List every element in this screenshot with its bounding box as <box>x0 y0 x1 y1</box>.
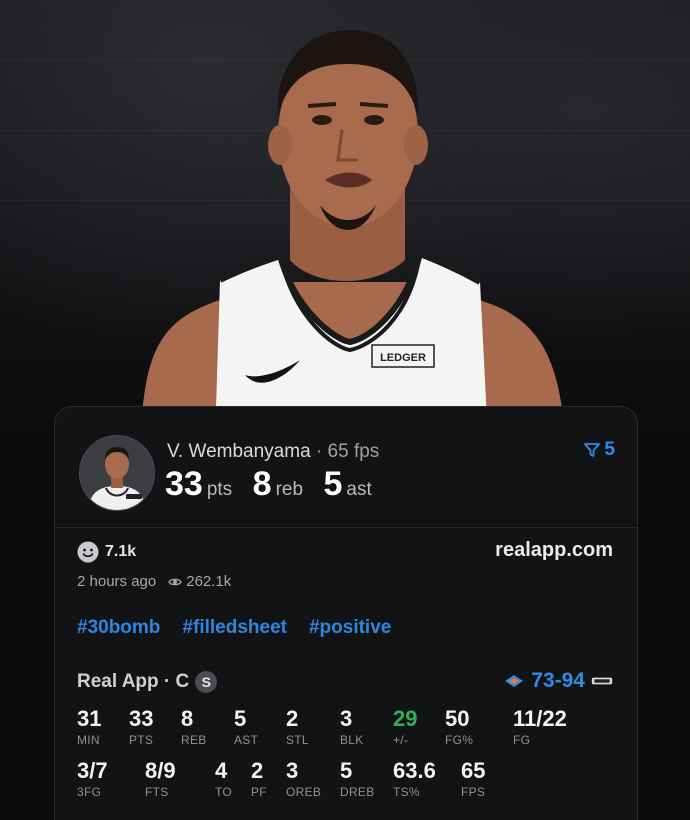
stat-label: BLK <box>340 733 364 747</box>
hashtag-filledsheet[interactable]: #filledsheet <box>182 617 287 639</box>
stat-label: DREB <box>340 785 375 799</box>
time-ago: 2 hours ago <box>77 573 157 590</box>
reb-unit: reb <box>275 479 304 500</box>
stat-value: 8 <box>181 706 194 731</box>
stat-fts: 8/9 FTS <box>145 758 176 800</box>
ast-value: 5 <box>323 465 343 503</box>
stat-value: 33 <box>129 706 154 731</box>
stat-stl: 2 STL <box>286 706 309 748</box>
stat-value: 3 <box>340 706 353 731</box>
stat-label: STL <box>286 733 309 747</box>
stat-pf: 2 PF <box>251 758 267 800</box>
stat-blk: 3 BLK <box>340 706 364 748</box>
filter-button[interactable]: 5 <box>584 439 615 461</box>
stat-value: 5 <box>234 706 247 731</box>
stat-label: FTS <box>145 785 169 799</box>
game-score[interactable]: 73-94 <box>503 669 613 693</box>
source-label[interactable]: Real App · C S <box>77 671 218 693</box>
player-photo: LEDGER <box>140 30 565 440</box>
stat-label: REB <box>181 733 207 747</box>
stat-fg: 11/22 FG <box>513 706 567 748</box>
stat-to: 4 TO <box>215 758 233 800</box>
player-name[interactable]: V. Wembanyama <box>167 441 311 462</box>
source-text: Real App · C <box>77 671 190 692</box>
stat-value: 63.6 <box>393 758 436 783</box>
stat-reb: 8 REB <box>181 706 207 748</box>
stat-value: 3/7 <box>77 758 108 783</box>
stat-label: FG <box>513 733 531 747</box>
eye-icon <box>168 578 182 585</box>
stat-value: 2 <box>286 706 299 731</box>
views: 262.1k <box>168 573 231 590</box>
post-meta: 2 hours ago 262.1k <box>77 573 231 590</box>
stat-label: OREB <box>286 785 322 799</box>
reb-value: 8 <box>252 465 272 503</box>
view-count: 262.1k <box>186 573 232 590</box>
hashtag-positive[interactable]: #positive <box>309 617 391 639</box>
stat-value: 5 <box>340 758 353 783</box>
stat-ts-pct: 63.6 TS% <box>393 758 436 800</box>
score-text: 73-94 <box>531 669 585 692</box>
stat-pts: 33 PTS <box>129 706 154 748</box>
thunder-logo-icon <box>505 675 524 687</box>
stat-plus-minus: 29 +/- <box>393 706 418 748</box>
stat-value: 3 <box>286 758 299 783</box>
headline-stats: 33 pts 8 reb 5 ast <box>165 465 388 504</box>
jersey-sponsor-text: LEDGER <box>380 352 426 364</box>
stat-label: MIN <box>77 733 100 747</box>
stat-fps: 65 FPS <box>461 758 486 800</box>
stat-card[interactable]: V. Wembanyama · 65 fps 33 pts 8 reb 5 ast 5… <box>54 406 638 820</box>
player-avatar[interactable] <box>79 435 155 511</box>
stat-label: AST <box>234 733 259 747</box>
stat-value: 11/22 <box>513 706 567 731</box>
player-name-line[interactable]: V. Wembanyama · 65 fps <box>167 441 379 463</box>
stat-value: 50 <box>445 706 470 731</box>
stat-dreb: 5 DREB <box>340 758 375 800</box>
hero-photo: LEDGER <box>0 0 690 440</box>
game-row: Real App · C S 73-94 <box>77 669 613 695</box>
stat-3fg: 3/7 3FG <box>77 758 108 800</box>
stat-value: 29 <box>393 706 418 731</box>
fps-label: · 65 fps <box>310 441 380 462</box>
stat-ast: 5 AST <box>234 706 259 748</box>
stat-label: PTS <box>129 733 154 747</box>
filter-count: 5 <box>604 439 615 460</box>
stat-oreb: 3 OREB <box>286 758 322 800</box>
hashtags: #30bomb #filledsheet #positive <box>77 617 391 639</box>
stat-value: 8/9 <box>145 758 176 783</box>
brand-link[interactable]: realapp.com <box>495 539 613 562</box>
stat-value: 2 <box>251 758 264 783</box>
stat-value: 65 <box>461 758 486 783</box>
hashtag-30bomb[interactable]: #30bomb <box>77 617 160 639</box>
stat-label: PF <box>251 785 267 799</box>
source-badge: S <box>195 671 218 693</box>
stat-label: TO <box>215 785 233 799</box>
reaction-count: 7.1k <box>105 543 137 560</box>
stat-label: 3FG <box>77 785 102 799</box>
stat-fg-pct: 50 FG% <box>445 706 474 748</box>
pts-unit: pts <box>206 479 233 500</box>
stat-value: 31 <box>77 706 102 731</box>
smile-icon <box>77 541 99 563</box>
spurs-logo-icon <box>591 677 613 685</box>
pts-value: 33 <box>165 465 203 503</box>
filter-icon <box>584 443 601 457</box>
reactions-button[interactable]: 7.1k <box>77 541 136 563</box>
stat-label: TS% <box>393 785 420 799</box>
stat-label: FPS <box>461 785 486 799</box>
stat-label: +/- <box>393 733 409 747</box>
ast-unit: ast <box>346 479 372 500</box>
stat-min: 31 MIN <box>77 706 102 748</box>
stat-value: 4 <box>215 758 228 783</box>
stat-label: FG% <box>445 733 474 747</box>
card-header: V. Wembanyama · 65 fps 33 pts 8 reb 5 ast 5 <box>55 407 637 528</box>
